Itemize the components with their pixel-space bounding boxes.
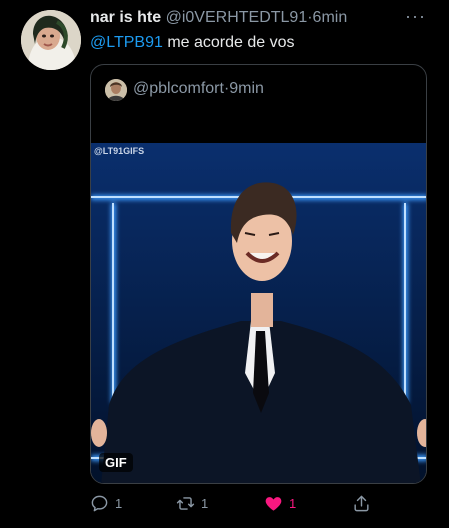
heart-icon [265,496,282,511]
gif-badge: GIF [99,453,133,472]
like-button[interactable]: 1 [264,492,296,514]
tweet-body: me acorde de vos [162,34,295,51]
tweet-text: @LTPB91 me acorde de vos [90,34,295,52]
tweet-header: nar is hte @i0VERHTEDTL91·6min [90,9,347,27]
author-name[interactable]: nar is hte [90,9,161,26]
share-icon [354,495,369,511]
tweet-time[interactable]: 6min [313,9,348,26]
avatar[interactable] [21,10,81,70]
tweet[interactable]: nar is hte @i0VERHTEDTL91·6min ··· @LTPB… [0,0,449,528]
retweet-count: 1 [201,495,209,511]
reply-count: 1 [115,495,123,511]
like-count: 1 [289,495,297,511]
author-handle[interactable]: @i0VERHTEDTL91 [166,9,308,26]
quoted-handle[interactable]: @pblcomfort [133,80,224,97]
quoted-avatar-image [105,79,127,101]
gif-media[interactable]: @LT91GIFS GIF [91,143,426,483]
quoted-time[interactable]: 9min [229,80,264,97]
quoted-tweet[interactable]: @pblcomfort·9min :D [90,64,427,484]
more-options-icon[interactable]: ··· [405,6,426,27]
quoted-header: @pblcomfort·9min [133,80,264,98]
quoted-avatar[interactable] [105,79,127,101]
gif-watermark: @LT91GIFS [94,146,145,156]
retweet-button[interactable]: 1 [176,492,208,514]
reply-button[interactable]: 1 [90,492,122,514]
reply-icon [91,495,108,511]
retweet-icon [176,496,195,510]
tweet-actions: 1 1 1 [90,492,380,514]
gif-frame [91,143,426,483]
share-button[interactable] [352,492,371,514]
avatar-image [21,10,81,70]
mention-link[interactable]: @LTPB91 [90,34,163,51]
